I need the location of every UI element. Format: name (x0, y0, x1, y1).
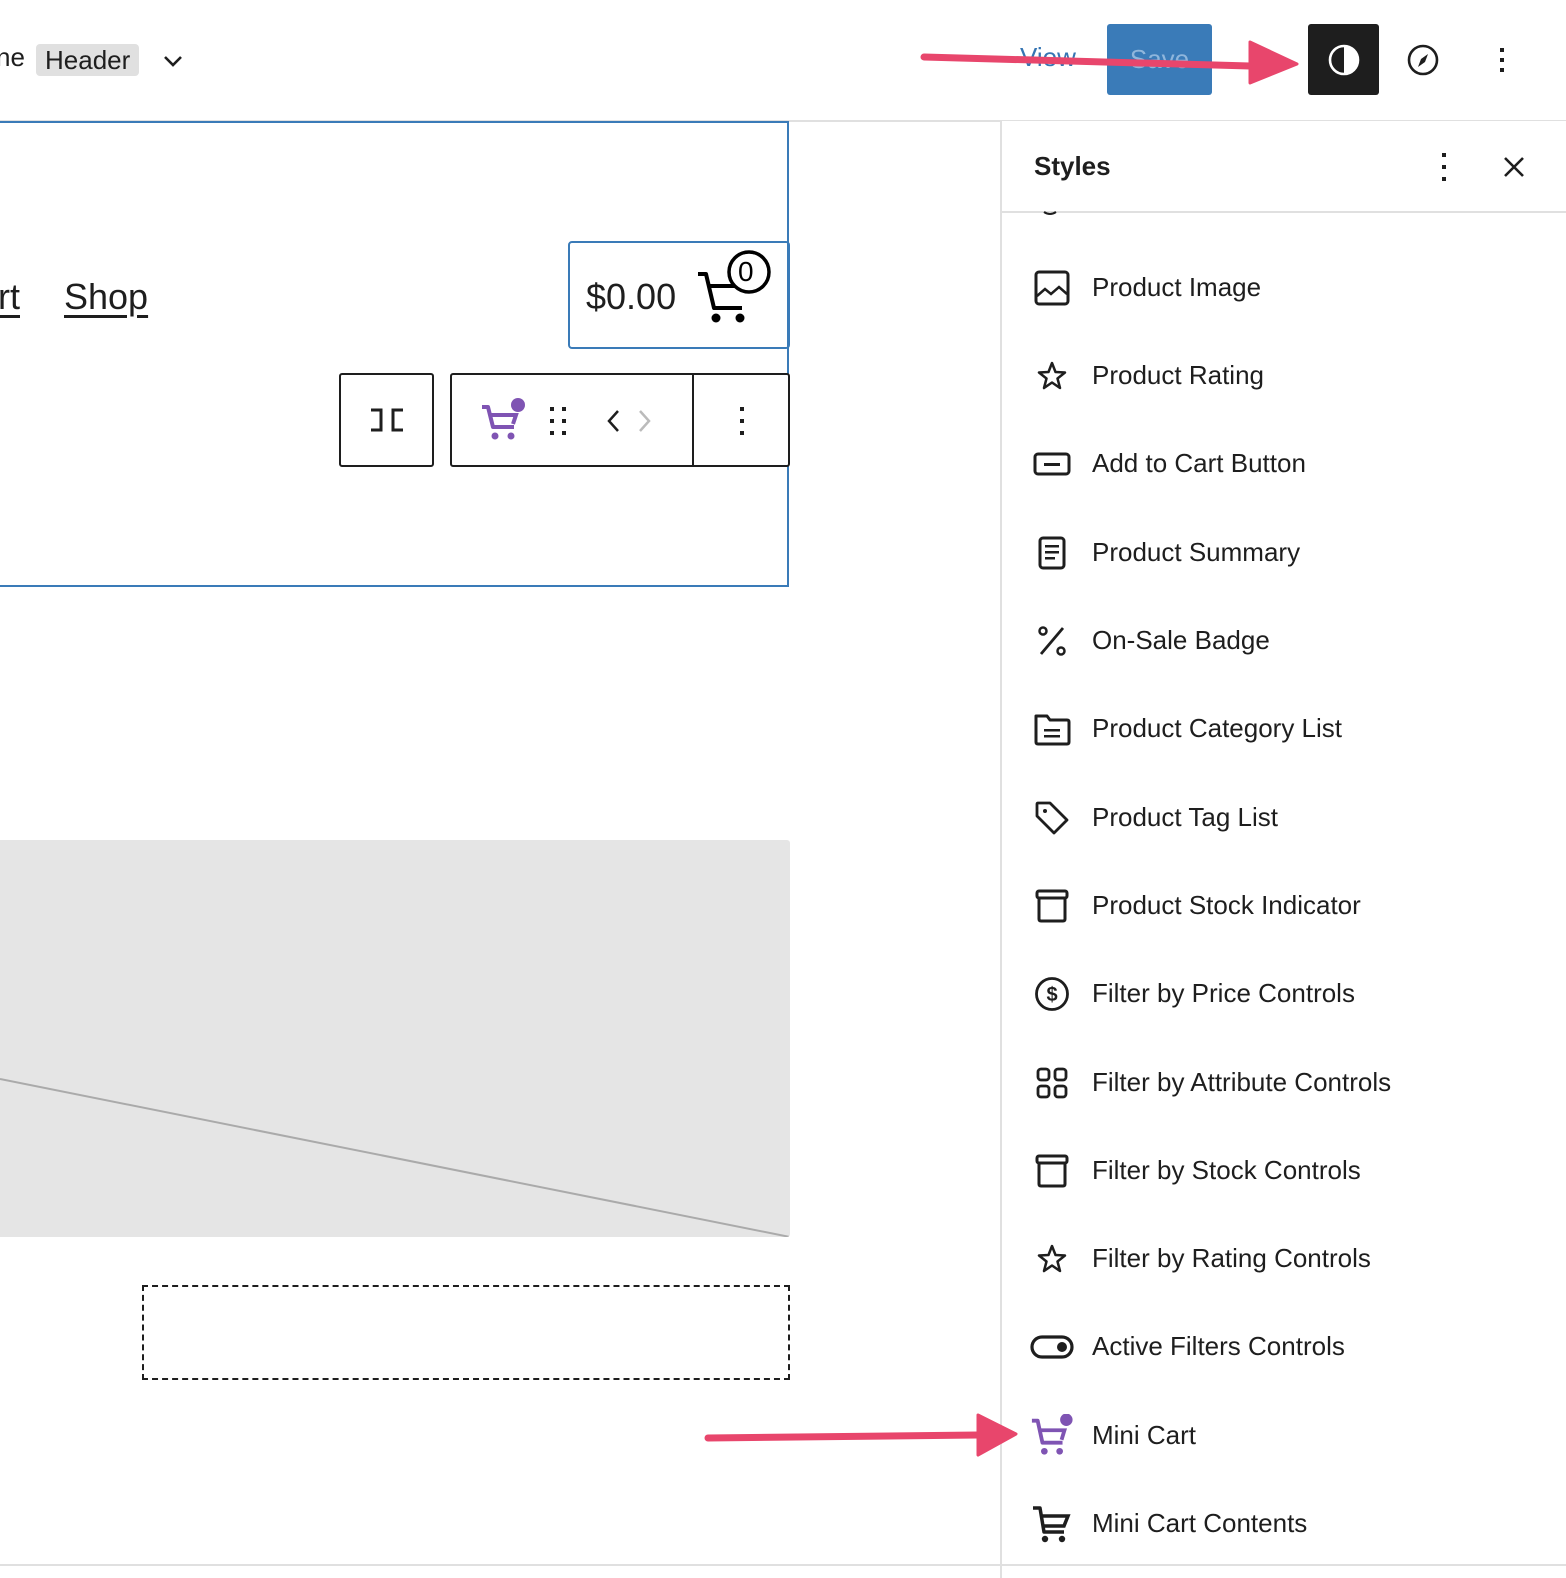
block-item-label: Filter by Stock Controls (1092, 1155, 1361, 1185)
archive-box-icon (1030, 1153, 1074, 1189)
folder-icon (1030, 711, 1074, 747)
options-menu-button[interactable] (1466, 24, 1537, 95)
block-item-on-sale-badge[interactable]: On-Sale Badge (1002, 611, 1566, 671)
bottom-border (0, 1564, 1566, 1566)
view-button[interactable]: View (1020, 42, 1076, 73)
block-item-label: Product Summary (1092, 537, 1301, 567)
mini-cart-amount: $0.00 (586, 276, 677, 317)
mini-cart-count-badge: 0 (738, 256, 754, 287)
nav-link-cart-partial[interactable]: rt (0, 276, 20, 318)
compass-icon (1407, 44, 1438, 75)
header-template-part-block[interactable] (0, 121, 789, 587)
close-icon[interactable] (1496, 149, 1532, 185)
image-icon (1030, 270, 1074, 306)
save-button[interactable]: Save (1107, 24, 1212, 95)
block-item-label: Product Tag List (1092, 802, 1278, 832)
block-item-mini-cart[interactable]: Mini Cart (1002, 1406, 1566, 1466)
select-parent-block-button[interactable] (339, 373, 434, 467)
chevron-down-icon[interactable] (158, 46, 188, 76)
toggle-icon (1030, 1329, 1074, 1365)
block-item-active-filters[interactable]: Active Filters Controls (1002, 1317, 1566, 1377)
block-item-label: Filter by Attribute Controls (1092, 1067, 1392, 1097)
sidebar-title: Styles (1034, 151, 1111, 181)
editor-top-bar: ne Header View Save (0, 0, 1566, 122)
block-item-label: Mini Cart Contents (1092, 1508, 1308, 1538)
annotation-arrow-mini-cart (704, 1413, 1018, 1457)
block-item-label: Filter by Price Controls (1092, 978, 1355, 1008)
placeholder-diagonal-line (0, 1078, 790, 1237)
block-item-product-summary[interactable]: Product Summary (1002, 523, 1566, 583)
cart-icon (1030, 1506, 1074, 1543)
block-item-product-rating[interactable]: Product Rating (1002, 346, 1566, 406)
sidebar-header: Styles (1002, 121, 1566, 213)
star-icon (1030, 1241, 1074, 1277)
block-item-label: Filter by Rating Controls (1092, 1243, 1371, 1273)
block-item-label: Mini Cart (1092, 1420, 1197, 1450)
block-item-filter-by-attribute[interactable]: Filter by Attribute Controls (1002, 1053, 1566, 1113)
block-item-label: Add to Cart Button (1092, 448, 1306, 478)
styles-sidebar: Styles Product Image Product Rating Add … (1000, 121, 1566, 1578)
navigation-button[interactable] (1387, 24, 1458, 95)
more-vertical-icon (1499, 47, 1504, 72)
block-item-filter-by-price[interactable]: $ Filter by Price Controls (1002, 964, 1566, 1024)
drag-handle-icon[interactable] (548, 405, 570, 437)
empty-block-placeholder[interactable] (142, 1285, 790, 1380)
partially-hidden-icon (1254, 46, 1262, 54)
group-parent-icon (370, 408, 403, 432)
block-item-label: Product Rating (1092, 360, 1264, 390)
block-item-filter-by-rating[interactable]: Filter by Rating Controls (1002, 1229, 1566, 1289)
archive-box-icon (1030, 888, 1074, 924)
block-item-label: Product Category List (1092, 713, 1343, 743)
block-toolbar (450, 373, 790, 467)
mini-cart-icon (1030, 1414, 1074, 1455)
button-icon (1030, 446, 1074, 482)
tag-icon (1030, 800, 1074, 836)
mini-cart-cart-icon: 0 (694, 250, 774, 326)
block-item-product-stock-indicator[interactable]: Product Stock Indicator (1002, 876, 1566, 936)
scrolled-off-icon (1043, 211, 1057, 215)
block-options-icon[interactable] (724, 403, 760, 439)
block-item-label: Product Stock Indicator (1092, 890, 1361, 920)
percent-icon (1030, 623, 1074, 659)
block-item-label: On-Sale Badge (1092, 625, 1270, 655)
toolbar-divider (692, 375, 694, 465)
block-item-label: Product Image (1092, 272, 1262, 302)
block-item-product-image[interactable]: Product Image (1002, 258, 1566, 318)
mini-cart-block-icon[interactable] (480, 397, 526, 443)
styles-toggle-button[interactable] (1308, 24, 1379, 95)
move-left-icon[interactable] (604, 405, 624, 437)
nav-link-shop[interactable]: Shop (64, 276, 148, 318)
document-title-prefix: ne (0, 42, 25, 72)
dollar-circle-icon: $ (1030, 976, 1074, 1012)
half-circle-contrast-icon (1328, 44, 1359, 75)
image-placeholder-block[interactable] (0, 840, 790, 1237)
block-item-add-to-cart-button[interactable]: Add to Cart Button (1002, 434, 1566, 494)
block-item-label: Active Filters Controls (1092, 1331, 1345, 1361)
block-item-filter-by-stock[interactable]: Filter by Stock Controls (1002, 1141, 1566, 1201)
block-item-product-tag-list[interactable]: Product Tag List (1002, 788, 1566, 848)
document-template-part-tag[interactable]: Header (36, 44, 140, 76)
block-item-mini-cart-contents[interactable]: Mini Cart Contents (1002, 1494, 1566, 1554)
grid-icon (1030, 1065, 1074, 1101)
document-icon (1030, 535, 1074, 571)
svg-text:$: $ (1046, 984, 1057, 1006)
star-icon (1030, 358, 1074, 394)
move-right-icon[interactable] (634, 405, 654, 437)
block-item-product-category-list[interactable]: Product Category List (1002, 699, 1566, 759)
more-vertical-icon[interactable] (1426, 149, 1462, 185)
